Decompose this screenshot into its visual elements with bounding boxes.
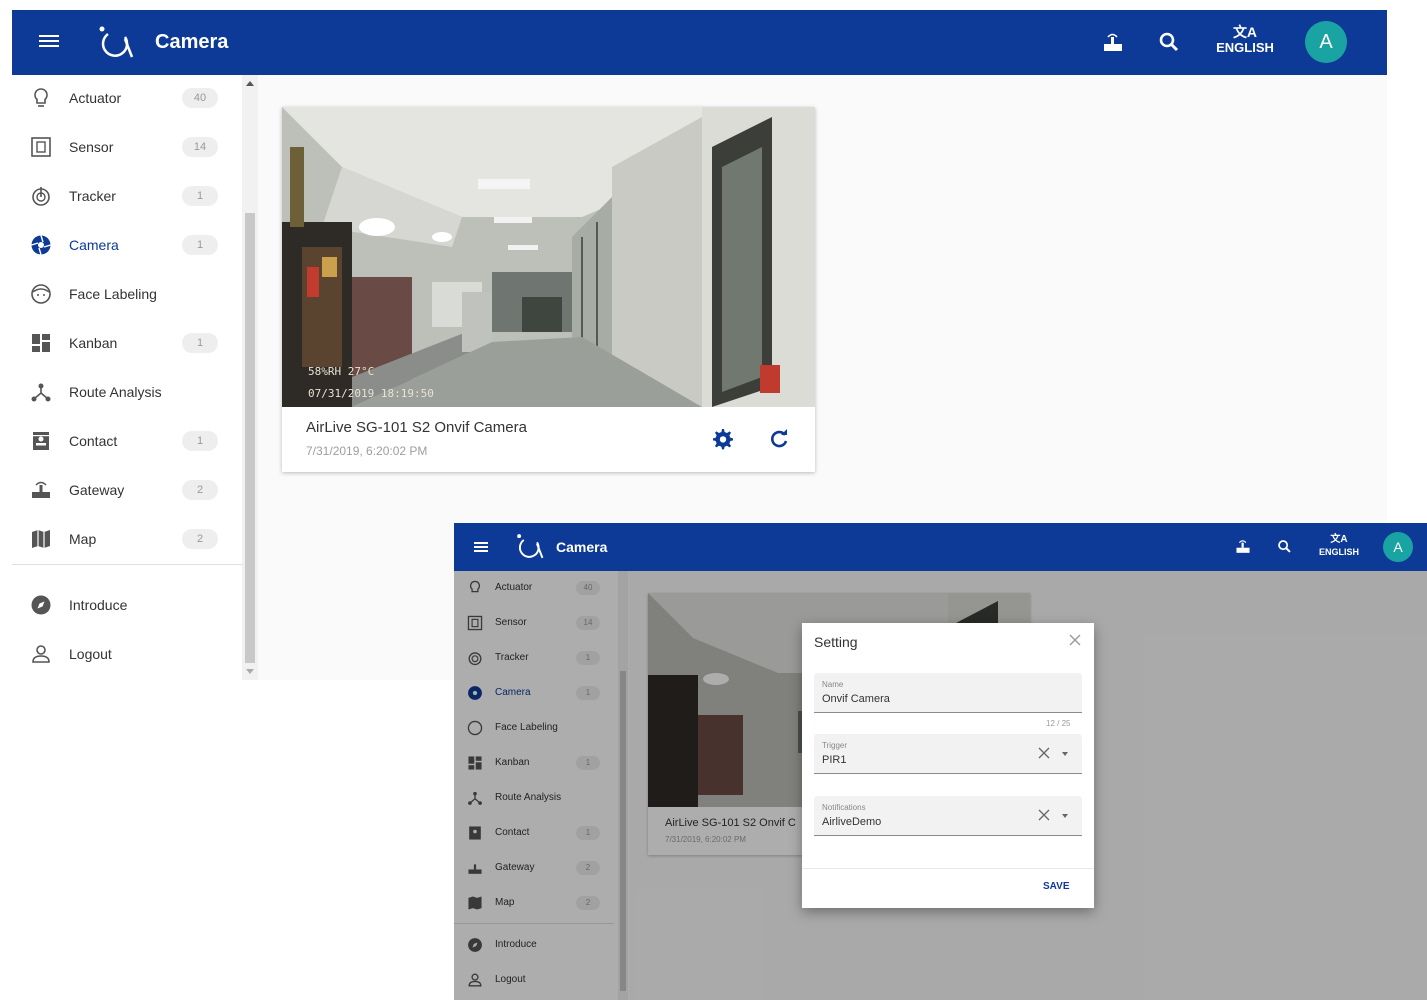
sidebar-divider — [12, 564, 242, 565]
clear-icon[interactable] — [1038, 747, 1050, 759]
sidebar-item-label: Kanban — [69, 335, 118, 351]
save-button[interactable]: SAVE — [1043, 881, 1070, 892]
osd-humidity-temp: 58%RH 27°C — [308, 365, 375, 378]
sidebar-item-introduce[interactable]: Introduce — [12, 582, 242, 631]
language-label: ENGLISH — [1216, 40, 1274, 55]
field-value: Onvif Camera — [822, 693, 890, 705]
character-counter: 12 / 25 — [1046, 719, 1071, 728]
sidebar-item-label: Map — [69, 531, 97, 547]
refresh-icon[interactable] — [767, 427, 791, 451]
count-badge: 1 — [182, 186, 218, 206]
sidebar-item-label: Logout — [69, 646, 112, 662]
gateway-icon[interactable] — [1102, 32, 1124, 54]
sidebar-item-map[interactable]: Map 2 — [12, 516, 242, 565]
gateway-icon[interactable] — [1235, 539, 1251, 555]
sidebar-item-face-labeling[interactable]: Face Labeling — [12, 271, 242, 320]
app-logo-icon — [517, 534, 544, 559]
map-icon — [32, 530, 50, 548]
camera-timestamp: 7/31/2019, 6:20:02 PM — [306, 444, 428, 458]
count-badge: 1 — [182, 235, 218, 255]
menu-icon[interactable] — [39, 32, 59, 52]
language-switch[interactable]: 文A ENGLISH — [1312, 534, 1366, 558]
face-icon — [31, 284, 51, 304]
lightbulb-icon — [34, 88, 48, 107]
app-bar: Camera 文A ENGLISH A — [454, 523, 1427, 571]
camera-snapshot[interactable]: 58%RH 27°C 07/31/2019 18:19:50 — [282, 107, 815, 407]
setting-dialog: Setting Name Onvif Camera 12 / 25 Trigge… — [802, 623, 1094, 908]
compass-icon — [31, 595, 51, 615]
sidebar-item-label: Introduce — [69, 597, 128, 613]
translate-icon: 文A — [1330, 534, 1348, 545]
avatar[interactable]: A — [1383, 532, 1413, 562]
language-label: ENGLISH — [1318, 547, 1359, 557]
user-icon — [32, 645, 50, 663]
sidebar-scroll-thumb[interactable] — [245, 213, 255, 663]
settings-dialog-screenshot: Camera 文A ENGLISH A Actuator 40 Sensor 1… — [454, 523, 1427, 1000]
sidebar-item-sensor[interactable]: Sensor 14 — [12, 124, 242, 173]
route-icon — [31, 383, 51, 402]
dashboard-icon — [32, 334, 50, 352]
page-title: Camera — [556, 539, 608, 555]
count-badge: 1 — [182, 333, 218, 353]
dialog-title: Setting — [814, 634, 858, 650]
dialog-divider — [802, 868, 1094, 869]
sidebar-item-label: Face Labeling — [69, 286, 157, 302]
sidebar-item-actuator[interactable]: Actuator 40 — [12, 75, 242, 124]
sidebar: Actuator 40 Sensor 14 Tracker 1 Camera 1… — [12, 75, 258, 680]
count-badge: 40 — [182, 88, 218, 108]
sidebar-item-contact[interactable]: Contact 1 — [12, 418, 242, 467]
camera-name: AirLive SG-101 S2 Onvif Camera — [306, 419, 527, 436]
sidebar-item-label: Camera — [69, 237, 119, 253]
gateway-icon — [32, 481, 50, 498]
sidebar-item-label: Actuator — [69, 90, 122, 106]
camera-card: 58%RH 27°C 07/31/2019 18:19:50 AirLive S… — [282, 107, 815, 472]
field-value: AirliveDemo — [822, 816, 882, 828]
sidebar-item-camera[interactable]: Camera 1 — [12, 222, 242, 271]
name-field[interactable]: Name Onvif Camera — [814, 673, 1082, 713]
search-icon[interactable] — [1158, 31, 1180, 53]
translate-icon: 文A — [1232, 24, 1258, 40]
field-label: Notifications — [822, 803, 866, 812]
sidebar-item-label: Sensor — [69, 139, 114, 155]
app-bar: Camera 文A ENGLISH A — [12, 10, 1387, 75]
sidebar-item-route-analysis[interactable]: Route Analysis — [12, 369, 242, 418]
menu-icon[interactable] — [474, 540, 488, 554]
language-switch[interactable]: 文A ENGLISH — [1210, 24, 1280, 56]
contact-icon — [33, 432, 49, 450]
trigger-select[interactable]: Trigger PIR1 — [814, 734, 1082, 774]
field-label: Name — [822, 680, 844, 689]
scroll-down-icon[interactable] — [246, 669, 254, 674]
field-value: PIR1 — [822, 754, 847, 766]
count-badge: 1 — [182, 431, 218, 451]
chevron-down-icon[interactable] — [1062, 752, 1068, 756]
notifications-select[interactable]: Notifications AirliveDemo — [814, 796, 1082, 836]
app-logo-icon — [99, 26, 134, 58]
camera-aperture-icon — [31, 235, 51, 255]
sensor-icon — [31, 137, 51, 157]
chevron-down-icon[interactable] — [1062, 814, 1068, 818]
scroll-up-icon[interactable] — [246, 81, 254, 86]
sidebar-item-label: Gateway — [69, 482, 125, 498]
page-title: Camera — [155, 31, 229, 53]
count-badge: 14 — [182, 137, 218, 157]
osd-datetime: 07/31/2019 18:19:50 — [308, 387, 434, 400]
sidebar-item-label: Route Analysis — [69, 384, 162, 400]
sidebar-item-logout[interactable]: Logout — [12, 631, 242, 680]
search-icon[interactable] — [1277, 539, 1292, 554]
settings-icon[interactable] — [710, 427, 734, 451]
close-icon[interactable] — [1068, 633, 1082, 647]
count-badge: 2 — [182, 529, 218, 549]
sidebar-item-label: Contact — [69, 433, 118, 449]
field-label: Trigger — [822, 741, 848, 750]
count-badge: 2 — [182, 480, 218, 500]
clear-icon[interactable] — [1038, 809, 1050, 821]
avatar[interactable]: A — [1305, 21, 1347, 63]
sidebar-item-tracker[interactable]: Tracker 1 — [12, 173, 242, 222]
tracker-icon — [32, 187, 50, 206]
sidebar-item-gateway[interactable]: Gateway 2 — [12, 467, 242, 516]
sidebar-item-kanban[interactable]: Kanban 1 — [12, 320, 242, 369]
sidebar-item-label: Tracker — [69, 188, 116, 204]
